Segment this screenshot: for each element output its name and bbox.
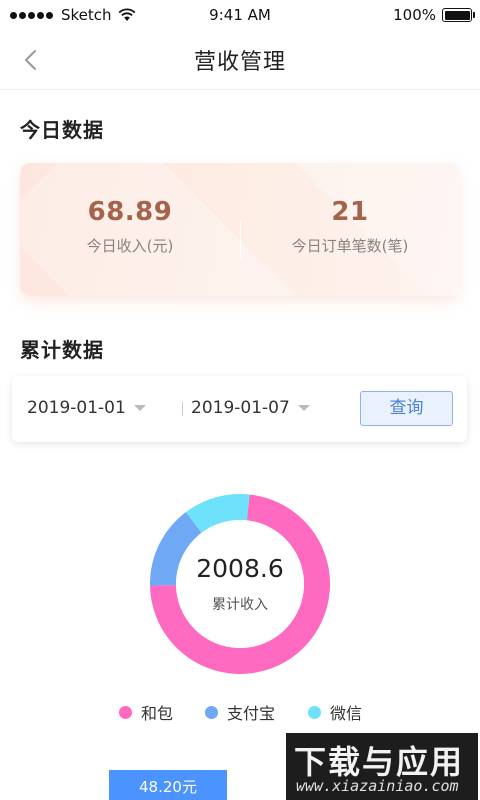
- nav-bar: 营收管理: [0, 30, 480, 90]
- end-date-select[interactable]: 2019-01-07: [191, 398, 310, 418]
- today-section-title: 今日数据: [20, 118, 104, 142]
- today-orders-value: 21: [331, 197, 369, 227]
- caret-down-icon: [133, 405, 146, 411]
- battery-fill: [444, 10, 470, 20]
- today-orders-label: 今日订单笔数(笔): [291, 237, 409, 255]
- legend-label: 微信: [330, 704, 363, 723]
- date-separator: [182, 402, 183, 416]
- today-stats-card: 68.89 今日收入(元) 21 今日订单笔数(笔): [20, 163, 460, 296]
- donut-hole: [176, 520, 304, 648]
- legend-item-alipay: 支付宝: [205, 700, 275, 724]
- start-date-value: 2019-01-01: [27, 398, 126, 418]
- legend-label: 和包: [141, 704, 174, 723]
- site-watermark: 下载与应用 www.xiazainiao.com: [286, 733, 478, 800]
- query-button[interactable]: 查询: [360, 391, 453, 426]
- today-orders-stat: 21 今日订单笔数(笔): [240, 197, 460, 256]
- today-income-stat: 68.89 今日收入(元): [20, 197, 240, 256]
- legend-dot: [119, 705, 132, 719]
- today-income-value: 68.89: [87, 197, 173, 227]
- chart-legend: 和包 支付宝 微信: [0, 700, 480, 723]
- donut-center-label: 累计收入: [212, 597, 268, 613]
- donut-svg: [150, 494, 330, 674]
- battery-icon: [442, 8, 475, 22]
- status-bar: Sketch 9:41 AM 100%: [0, 0, 480, 30]
- legend-dot: [205, 705, 218, 719]
- legend-item-hebao: 和包: [119, 700, 173, 724]
- cumulative-section-title: 累计数据: [20, 338, 104, 362]
- page-title: 营收管理: [193, 50, 286, 75]
- start-date-select[interactable]: 2019-01-01: [27, 398, 146, 418]
- battery-percent: 100%: [393, 6, 436, 24]
- caret-down-icon: [297, 405, 310, 411]
- today-income-label: 今日收入(元): [86, 237, 174, 255]
- end-date-value: 2019-01-07: [191, 398, 290, 418]
- legend-label: 支付宝: [227, 704, 276, 723]
- income-donut-chart: 2008.6 累计收入: [150, 494, 330, 674]
- donut-center-value: 2008.6: [196, 554, 284, 583]
- watermark-url: www.xiazainiao.com: [296, 777, 459, 795]
- legend-item-wechat: 微信: [308, 700, 362, 724]
- amount-bar: 48.20元: [109, 770, 227, 800]
- legend-dot: [308, 705, 321, 719]
- date-range-filter: 2019-01-01 2019-01-07 查询: [12, 376, 467, 442]
- status-right: 100%: [393, 6, 475, 24]
